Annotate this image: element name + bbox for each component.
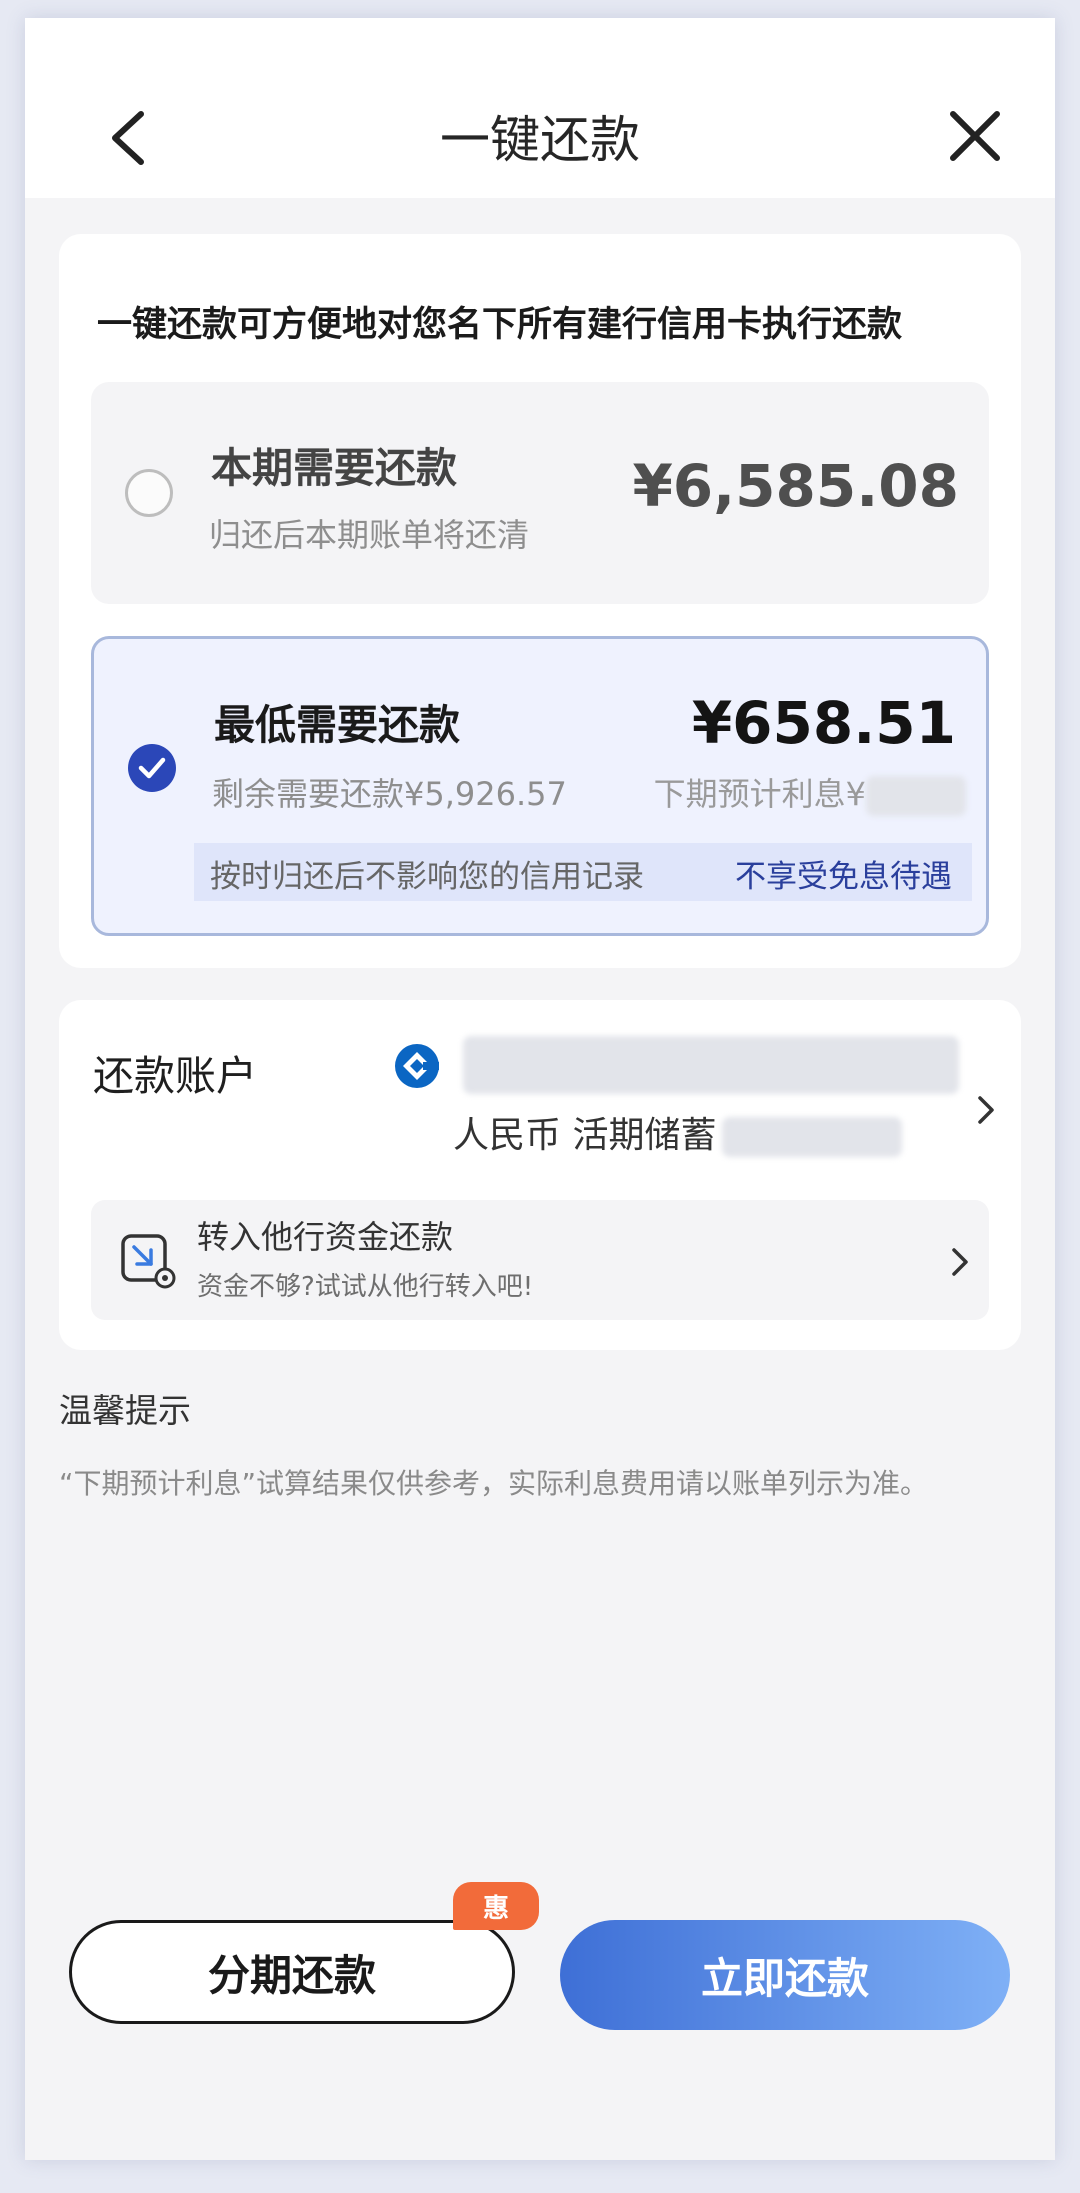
option-full-repayment[interactable]: 本期需要还款 归还后本期账单将还清 ¥6,585.08 xyxy=(91,382,989,604)
option-minimum-label: 最低需要还款 xyxy=(214,701,460,749)
tips-title: 温馨提示 xyxy=(59,1391,191,1430)
option-minimum-amount: ¥658.51 xyxy=(691,689,956,757)
radio-checked-icon[interactable] xyxy=(128,744,176,792)
repayment-options-card: 一键还款可方便地对您名下所有建行信用卡执行还款 本期需要还款 归还后本期账单将还… xyxy=(59,234,1021,968)
masked-interest-value xyxy=(866,776,966,816)
minimum-note-bar: 按时归还后不影响您的信用记录 不享受免息待遇 xyxy=(194,843,972,901)
chevron-right-icon[interactable] xyxy=(949,1244,971,1280)
no-interest-free-note: 不享受免息待遇 xyxy=(735,859,952,895)
next-interest-label: 下期预计利息¥ xyxy=(653,775,866,813)
radio-unchecked-icon[interactable] xyxy=(125,469,173,517)
account-label: 还款账户 xyxy=(93,1052,257,1100)
option-minimum-sub: 剩余需要还款¥5,926.57 xyxy=(212,775,567,813)
close-icon[interactable] xyxy=(943,104,1007,168)
option-minimum-repayment[interactable]: 最低需要还款 ¥658.51 剩余需要还款¥5,926.57 下期预计利息¥ 按… xyxy=(91,636,989,936)
intro-text: 一键还款可方便地对您名下所有建行信用卡执行还款 xyxy=(97,305,903,345)
phone-screen: 一键还款 一键还款可方便地对您名下所有建行信用卡执行还款 本期需要还款 归还后本… xyxy=(25,18,1055,2160)
account-type[interactable]: 人民币 活期储蓄 xyxy=(453,1106,903,1158)
masked-account-balance xyxy=(722,1117,903,1157)
installment-button[interactable]: 分期还款 xyxy=(69,1920,515,2024)
option-full-sub: 归还后本期账单将还清 xyxy=(209,516,530,554)
page-title: 一键还款 xyxy=(440,111,640,169)
transfer-subtitle: 资金不够?试试从他行转入吧! xyxy=(197,1272,534,1302)
option-full-amount: ¥6,585.08 xyxy=(632,452,959,520)
pay-now-button[interactable]: 立即还款 xyxy=(560,1920,1010,2030)
transfer-title: 转入他行资金还款 xyxy=(197,1218,454,1256)
next-interest: 下期预计利息¥ xyxy=(654,769,966,816)
transfer-in-icon xyxy=(121,1234,176,1289)
credit-record-note: 按时归还后不影响您的信用记录 xyxy=(210,859,644,895)
option-full-label: 本期需要还款 xyxy=(211,444,457,492)
tips-text: “下期预计利息”试算结果仅供参考，实际利息费用请以账单列示为准。 xyxy=(59,1467,929,1500)
ccb-bank-logo-icon xyxy=(395,1044,439,1088)
masked-account-name[interactable] xyxy=(463,1036,959,1094)
discount-badge: 惠 xyxy=(453,1882,539,1930)
chevron-right-icon[interactable] xyxy=(975,1092,997,1128)
account-type-text: 人民币 活期储蓄 xyxy=(453,1115,717,1156)
nav-header: 一键还款 xyxy=(25,18,1055,198)
transfer-from-other-bank[interactable]: 转入他行资金还款 资金不够?试试从他行转入吧! xyxy=(91,1200,989,1320)
repayment-account-card: 还款账户 人民币 活期储蓄 转入他行资金还款 资金不够?试试从他行转入吧! xyxy=(59,1000,1021,1350)
